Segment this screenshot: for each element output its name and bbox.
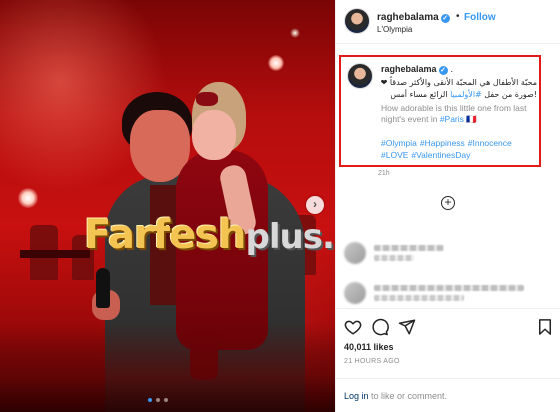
hashtag-link[interactable]: #الأولمبيا bbox=[450, 90, 482, 99]
caption-ellipsis: . bbox=[450, 64, 454, 74]
child-face bbox=[192, 110, 236, 160]
post-header: raghebalama ✓ • Follow L'Olympia bbox=[336, 0, 560, 44]
stage-light bbox=[18, 188, 38, 208]
blurred-avatar bbox=[344, 282, 366, 304]
caption-username[interactable]: raghebalama ✓. bbox=[381, 64, 453, 75]
watermark-suffix: plus.com bbox=[245, 217, 335, 257]
verified-badge-icon: ✓ bbox=[438, 66, 448, 75]
stage-light bbox=[290, 28, 300, 38]
post-timestamp[interactable]: 21 HOURS AGO bbox=[344, 358, 400, 365]
caption-hashtags: #Olympia #Happiness #Innocence #LOVE #Valen… bbox=[381, 137, 541, 161]
watermark-logo: Farfeshplus.com bbox=[84, 212, 335, 258]
username[interactable]: raghebalama bbox=[381, 64, 437, 74]
carousel-dot bbox=[156, 398, 160, 402]
post-photo[interactable]: Farfeshplus.com › bbox=[0, 0, 335, 412]
avatar[interactable] bbox=[347, 63, 373, 89]
share-icon[interactable] bbox=[398, 318, 416, 336]
hair-bow bbox=[196, 92, 218, 106]
avatar[interactable] bbox=[344, 8, 370, 34]
blurred-comment-text bbox=[374, 245, 444, 251]
hashtag-link[interactable]: #Happiness bbox=[420, 138, 465, 148]
caption-arabic-text: الرائع مساء أمس bbox=[390, 90, 451, 99]
hashtag-link[interactable]: #Olympia bbox=[381, 138, 417, 148]
next-photo-button[interactable]: › bbox=[306, 196, 324, 214]
flag-icon: 🇫🇷 bbox=[463, 114, 477, 124]
caption-arabic-line2: !صورة من حفل #الأولمبيا الرائع مساء أمس bbox=[377, 90, 537, 99]
hashtag-link[interactable]: #Paris bbox=[440, 114, 464, 124]
location-link[interactable]: L'Olympia bbox=[377, 25, 412, 34]
verified-badge-icon: ✓ bbox=[440, 14, 450, 23]
comment-item bbox=[340, 280, 540, 306]
caption-english-text: How adorable is this little one from las… bbox=[381, 103, 539, 125]
carousel-dot bbox=[148, 398, 152, 402]
stage-light bbox=[268, 55, 284, 71]
blurred-comment-text bbox=[374, 285, 524, 291]
hashtag-link[interactable]: #ValentinesDay bbox=[411, 150, 470, 160]
caption-arabic-line1: محبّة الأطفال هي المحبّة الأنقى والأكثر … bbox=[380, 78, 537, 87]
caption-arabic-text: !صورة من حفل bbox=[481, 90, 537, 99]
action-bar bbox=[336, 308, 560, 340]
bookmark-icon[interactable] bbox=[536, 318, 554, 336]
blurred-comment-text bbox=[374, 255, 414, 261]
comment-item bbox=[340, 240, 540, 266]
watermark-main: Farfesh bbox=[84, 212, 247, 258]
hashtag-link[interactable]: #LOVE bbox=[381, 150, 408, 160]
load-more-comments-button[interactable]: + bbox=[441, 196, 455, 210]
comment-icon[interactable] bbox=[371, 318, 389, 336]
login-link[interactable]: Log in bbox=[344, 391, 369, 401]
keyboard-instrument bbox=[20, 250, 90, 258]
username[interactable]: raghebalama bbox=[377, 12, 439, 23]
follow-button[interactable]: Follow bbox=[464, 12, 496, 23]
username-link[interactable]: raghebalama ✓ bbox=[377, 12, 450, 23]
carousel-indicator bbox=[148, 398, 168, 402]
caption-timestamp: 21h bbox=[378, 170, 390, 177]
hashtag-link[interactable]: #Innocence bbox=[468, 138, 512, 148]
like-count[interactable]: 40,011 likes bbox=[344, 342, 394, 352]
heart-icon[interactable] bbox=[344, 318, 362, 336]
carousel-dot bbox=[164, 398, 168, 402]
caption-highlight-box: raghebalama ✓. محبّة الأطفال هي المحبّة ا… bbox=[339, 55, 541, 167]
separator-dot: • bbox=[456, 11, 460, 22]
login-prompt-text: Log in to like or comment. bbox=[344, 391, 447, 401]
chevron-right-icon: › bbox=[313, 197, 317, 211]
blurred-comment-text bbox=[374, 295, 464, 301]
post-panel: raghebalama ✓ • Follow L'Olympia raghebal… bbox=[335, 0, 560, 412]
blurred-avatar bbox=[344, 242, 366, 264]
login-prompt: Log in to like or comment. bbox=[336, 378, 560, 412]
login-rest-text: to like or comment. bbox=[368, 391, 448, 401]
plus-icon: + bbox=[444, 195, 452, 209]
microphone bbox=[96, 268, 110, 308]
